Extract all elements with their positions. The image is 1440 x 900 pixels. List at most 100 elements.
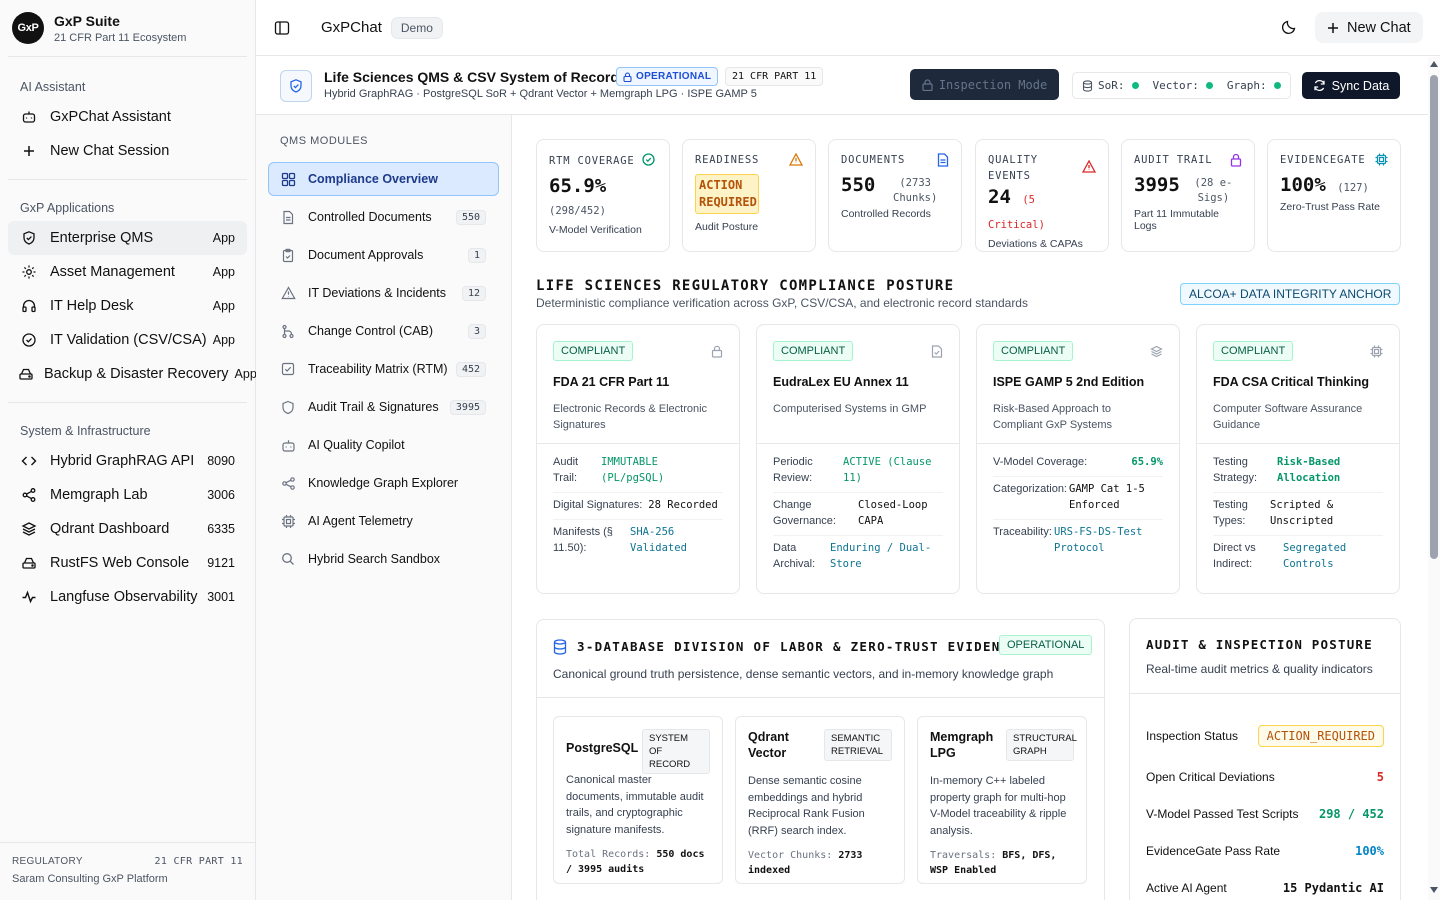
- reg-card-ispe-gamp-5[interactable]: COMPLIANT ISPE GAMP 5 2nd Edition Risk-B…: [976, 324, 1180, 594]
- db-stat-label: Traversals:: [930, 850, 997, 861]
- theme-toggle-button[interactable]: [1280, 18, 1298, 36]
- reg-detail-row: V-Model Coverage: 65.9%: [993, 450, 1163, 477]
- sidebar-item-qdrant-dashboard[interactable]: Qdrant Dashboard 6335: [8, 512, 247, 546]
- kpi-extra: (2733 Chunks): [893, 177, 938, 204]
- shield-icon: [281, 400, 297, 415]
- scroll-thumb[interactable]: [1430, 75, 1438, 559]
- module-it-deviations[interactable]: IT Deviations & Incidents 12: [268, 276, 499, 310]
- module-label: Compliance Overview: [308, 172, 438, 186]
- db-role-tag: SEMANTIC RETRIEVAL: [824, 729, 892, 761]
- sidebar-footer: REGULATORY 21 CFR PART 11 Saram Consultin…: [0, 842, 255, 900]
- cpu-icon: [1370, 345, 1383, 358]
- kpi-readiness[interactable]: READINESS ACTION REQUIRED Audit Posture: [682, 139, 816, 252]
- bot-icon: [281, 438, 297, 453]
- sidebar-item-gxpchat-assistant[interactable]: GxPChat Assistant: [8, 100, 247, 134]
- sync-data-button[interactable]: Sync Data: [1302, 72, 1400, 99]
- layers-icon: [18, 521, 40, 537]
- sidebar-item-hybrid-graphrag-api[interactable]: Hybrid GraphRAG API 8090: [8, 444, 247, 478]
- scroll-up-arrow[interactable]: [1430, 61, 1438, 67]
- module-traceability-matrix[interactable]: Traceability Matrix (RTM) 452: [268, 352, 499, 386]
- drive-icon: [18, 366, 34, 382]
- port-tag: 3006: [207, 488, 235, 502]
- sidebar-item-memgraph-lab[interactable]: Memgraph Lab 3006: [8, 478, 247, 512]
- lock-icon: [623, 71, 632, 82]
- sidebar-item-asset-management[interactable]: Asset Management App: [8, 255, 247, 289]
- audit-posture-title: AUDIT & INSPECTION POSTURE: [1146, 637, 1373, 652]
- reg-card-fda-21-cfr-part-11[interactable]: COMPLIANT FDA 21 CFR Part 11 Electronic …: [536, 324, 740, 594]
- reg-detail-row: Traceability: URS-FS-DS-Test Protocol: [993, 526, 1143, 554]
- graph-label: Graph:: [1226, 79, 1267, 92]
- vector-label: Vector:: [1152, 79, 1199, 92]
- sidebar-item-backup-disaster-recovery[interactable]: Backup & Disaster Recovery App: [8, 357, 257, 391]
- db-name: Qdrant Vector: [748, 730, 789, 760]
- kpi-rtm-coverage[interactable]: RTM COVERAGE 65.9% (298/452) V-Model Ver…: [536, 139, 670, 252]
- top-bar: GxPChat Demo New Chat: [256, 0, 1440, 56]
- reg-card-fda-csa[interactable]: COMPLIANT FDA CSA Critical Thinking Comp…: [1196, 324, 1400, 594]
- reg-detail-row: Periodic Review: ACTIVE (Clause 11): [773, 450, 943, 493]
- audit-posture-subtitle: Real-time audit metrics & quality indica…: [1146, 662, 1373, 676]
- kpi-value: 3995: [1134, 174, 1180, 196]
- port-tag: 6335: [207, 522, 235, 536]
- alcoa-anchor-badge[interactable]: ALCOA+ DATA INTEGRITY ANCHOR: [1180, 283, 1401, 305]
- sidebar-item-rustfs-web-console[interactable]: RustFS Web Console 9121: [8, 546, 247, 580]
- regulation-name: ISPE GAMP 5 2nd Edition: [993, 375, 1145, 389]
- kpi-label: AUDIT TRAIL: [1134, 154, 1213, 166]
- cfr-badge: 21 CFR PART 11: [725, 67, 824, 86]
- regulation-description: Computer Software Assurance Guidance: [1213, 403, 1363, 431]
- module-ai-agent-telemetry[interactable]: AI Agent Telemetry: [268, 504, 499, 538]
- share-icon: [18, 487, 40, 503]
- sidebar-item-enterprise-qms[interactable]: Enterprise QMS App: [8, 221, 247, 255]
- database-icon: [1082, 79, 1093, 92]
- sidebar-item-it-validation[interactable]: IT Validation (CSV/CSA) App: [8, 323, 247, 357]
- module-compliance-overview[interactable]: Compliance Overview: [268, 162, 499, 196]
- module-knowledge-graph-explorer[interactable]: Knowledge Graph Explorer: [268, 466, 499, 500]
- app-tag: App: [212, 299, 235, 313]
- kpi-audit-trail[interactable]: AUDIT TRAIL 3995 (28 e-Sigs) Part 11 Immu…: [1121, 139, 1255, 252]
- sidebar-item-langfuse-observability[interactable]: Langfuse Observability 3001: [8, 580, 247, 614]
- readiness-status-badge: ACTION REQUIRED: [695, 174, 759, 214]
- kpi-subtitle: Part 11 Immutable Logs: [1134, 208, 1220, 232]
- sidebar-section-apps: GxP Applications: [20, 201, 115, 215]
- kpi-subtitle: Zero-Trust Pass Rate: [1280, 201, 1380, 213]
- kpi-quality-events[interactable]: QUALITY EVENTS 24 (5 Critical) Deviation…: [975, 139, 1109, 252]
- module-label: Knowledge Graph Explorer: [308, 476, 459, 490]
- new-chat-button[interactable]: New Chat: [1315, 12, 1423, 43]
- drive-icon: [18, 555, 40, 571]
- sidebar-item-new-chat-session[interactable]: New Chat Session: [8, 134, 247, 168]
- module-audit-trail-signatures[interactable]: Audit Trail & Signatures 3995: [268, 390, 499, 424]
- kpi-subtitle: V-Model Verification: [549, 224, 642, 236]
- compliance-status-badge: COMPLIANT: [993, 341, 1074, 361]
- bot-icon: [18, 109, 40, 125]
- sidebar-item-label: GxPChat Assistant: [50, 109, 171, 125]
- module-controlled-documents[interactable]: Controlled Documents 550: [268, 200, 499, 234]
- activity-icon: [18, 589, 40, 605]
- db-memgraph-lpg[interactable]: Memgraph LPG STRUCTURAL GRAPH In-memory …: [917, 716, 1087, 884]
- module-change-control[interactable]: Change Control (CAB) 3: [268, 314, 499, 348]
- shield-check-icon: [18, 230, 40, 246]
- compliance-status-badge: COMPLIANT: [773, 341, 854, 361]
- module-label: Controlled Documents: [308, 210, 432, 224]
- main-scrollbar[interactable]: [1428, 57, 1440, 900]
- sidebar-item-it-help-desk[interactable]: IT Help Desk App: [8, 289, 247, 323]
- sidebar-item-label: Memgraph Lab: [50, 487, 148, 503]
- footer-label: REGULATORY: [12, 856, 83, 867]
- grid-icon: [281, 172, 297, 187]
- kpi-evidencegate[interactable]: EVIDENCEGATE 100% (127) Zero-Trust Pass …: [1267, 139, 1401, 252]
- brand[interactable]: GxP GxP Suite 21 CFR Part 11 Ecosystem: [0, 0, 255, 56]
- brand-logo: GxP: [12, 12, 44, 44]
- scroll-down-arrow[interactable]: [1430, 887, 1438, 893]
- regulation-description: Computerised Systems in GMP: [773, 403, 927, 415]
- module-document-approvals[interactable]: Document Approvals 1: [268, 238, 499, 272]
- kpi-value: 65.9%: [549, 175, 607, 197]
- footer-cfr: 21 CFR PART 11: [154, 856, 243, 867]
- inspection-mode-button[interactable]: Inspection Mode: [910, 69, 1059, 100]
- sidebar-section-ai: AI Assistant: [20, 80, 86, 94]
- reg-card-eudralex-annex-11[interactable]: COMPLIANT EudraLex EU Annex 11 Computeri…: [756, 324, 960, 594]
- plus-icon: [1327, 22, 1339, 34]
- module-ai-quality-copilot[interactable]: AI Quality Copilot: [268, 428, 499, 462]
- kpi-documents[interactable]: DOCUMENTS 550 (2733 Chunks) Controlled Re…: [828, 139, 962, 252]
- db-postgresql[interactable]: PostgreSQL SYSTEM OF RECORD Canonical ma…: [553, 716, 723, 884]
- toggle-sidebar-button[interactable]: [256, 20, 308, 36]
- module-hybrid-search-sandbox[interactable]: Hybrid Search Sandbox: [268, 542, 499, 576]
- db-qdrant-vector[interactable]: Qdrant Vector SEMANTIC RETRIEVAL Dense s…: [735, 716, 905, 884]
